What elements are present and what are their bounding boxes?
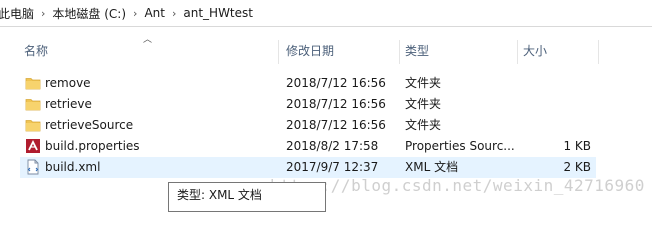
file-type: 文件夹 <box>405 118 442 132</box>
column-header-modified[interactable]: 修改日期 <box>286 38 334 64</box>
xml-file-icon <box>27 159 39 175</box>
chevron-right-icon[interactable]: › <box>129 7 141 20</box>
file-row-retrievesource[interactable]: retrieveSource 2018/7/12 16:56 文件夹 <box>20 115 596 136</box>
file-modified: 2018/7/12 16:56 <box>286 118 386 132</box>
file-type: 文件夹 <box>405 97 442 111</box>
file-modified: 2018/7/12 16:56 <box>286 97 386 111</box>
file-name: retrieveSource <box>45 118 134 132</box>
column-header-size[interactable]: 大小 <box>523 38 547 64</box>
column-divider[interactable] <box>399 40 400 64</box>
file-type: Properties Sourc... <box>405 139 515 153</box>
column-header-row: 名称 修改日期 类型 大小 <box>0 38 600 64</box>
watermark: https://blog.csdn.net/weixin_42716960 <box>270 176 645 195</box>
file-row-remove[interactable]: remove 2018/7/12 16:56 文件夹 <box>20 73 596 94</box>
breadcrumb-item-ant[interactable]: Ant <box>141 6 168 20</box>
file-modified: 2018/8/2 17:58 <box>286 139 379 153</box>
column-divider[interactable] <box>278 40 279 64</box>
tooltip-text: 类型: XML 文档 <box>177 188 262 202</box>
file-size <box>531 115 591 136</box>
chevron-right-icon[interactable]: › <box>168 7 180 20</box>
file-row-retrieve[interactable]: retrieve 2018/7/12 16:56 文件夹 <box>20 94 596 115</box>
file-name: build.properties <box>45 139 140 153</box>
column-divider[interactable] <box>517 40 518 64</box>
file-type: 文件夹 <box>405 76 442 90</box>
column-header-type[interactable]: 类型 <box>405 38 429 64</box>
properties-file-icon <box>26 139 40 153</box>
file-row-build-properties[interactable]: build.properties 2018/8/2 17:58 Properti… <box>20 136 596 157</box>
breadcrumb-item-ant-hwtest[interactable]: ant_HWtest <box>180 6 256 20</box>
folder-icon <box>25 99 41 111</box>
file-type: XML 文档 <box>405 160 459 174</box>
chevron-right-icon[interactable]: › <box>37 7 49 20</box>
column-header-name[interactable]: 名称 <box>24 38 48 64</box>
file-size: 1 KB <box>563 139 591 153</box>
folder-icon <box>25 120 41 132</box>
breadcrumb-item-this-pc[interactable]: 此电脑 <box>0 5 37 22</box>
breadcrumb-item-local-disk[interactable]: 本地磁盘 (C:) <box>49 5 129 22</box>
file-row-build-xml[interactable]: build.xml 2017/9/7 12:37 XML 文档 2 KB <box>20 157 596 178</box>
file-name: build.xml <box>45 160 101 174</box>
file-name: retrieve <box>45 97 92 111</box>
breadcrumb: 此电脑 › 本地磁盘 (C:) › Ant › ant_HWtest <box>0 0 652 27</box>
file-modified: 2018/7/12 16:56 <box>286 76 386 90</box>
file-size <box>531 73 591 94</box>
tooltip: 类型: XML 文档 <box>168 182 326 212</box>
column-divider[interactable] <box>598 40 599 64</box>
file-size <box>531 94 591 115</box>
file-modified: 2017/9/7 12:37 <box>286 160 379 174</box>
folder-icon <box>25 78 41 90</box>
file-name: remove <box>45 76 91 90</box>
file-size: 2 KB <box>563 160 591 174</box>
